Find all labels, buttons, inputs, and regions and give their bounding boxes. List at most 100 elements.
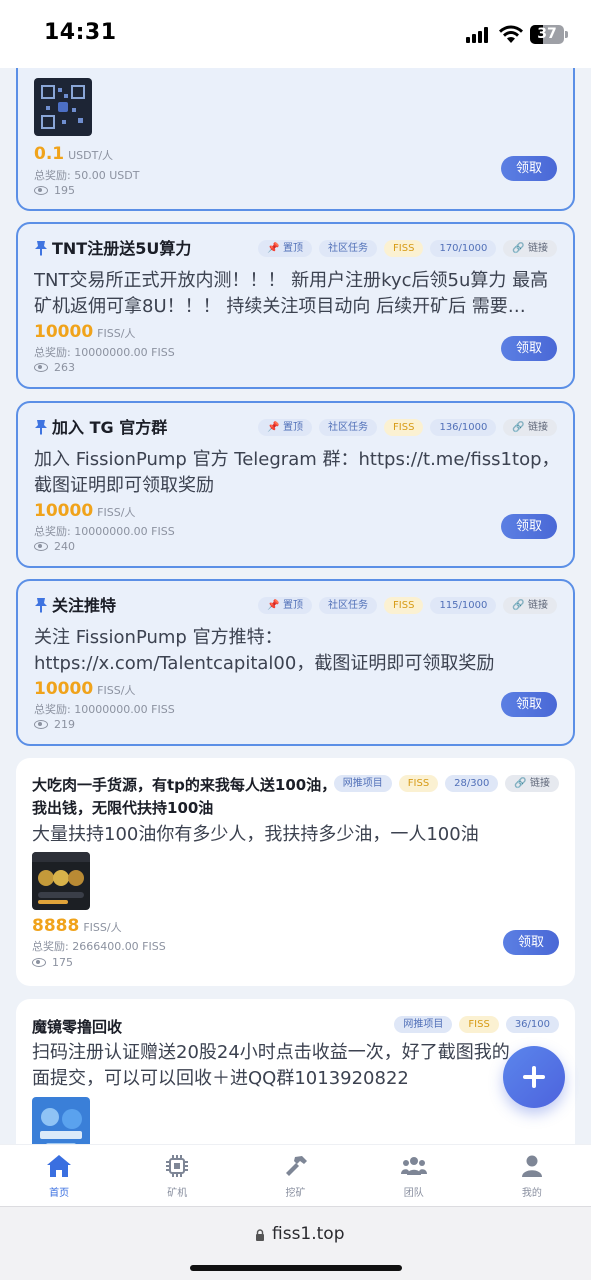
claim-button[interactable]: 领取: [503, 930, 559, 955]
tag-token: FISS: [384, 419, 424, 436]
reward: 10000 FISS/人: [34, 501, 135, 521]
task-description: TNT交易所正式开放内测！！！ 新用户注册kyc后领5u算力 最高矿机返佣可拿8…: [34, 270, 549, 317]
view-count: 175: [32, 956, 73, 969]
nav-team[interactable]: 团队: [355, 1145, 473, 1206]
tag-progress: 170/1000: [430, 240, 497, 257]
reward-unit: USDT/人: [68, 149, 114, 162]
tag-link[interactable]: 🔗 链接: [505, 775, 559, 792]
tag-link[interactable]: 🔗 链接: [503, 419, 557, 436]
tag-token: FISS: [384, 597, 424, 614]
browser-address-bar[interactable]: fiss1.top: [0, 1206, 591, 1280]
view-count-value: 175: [52, 956, 73, 969]
view-count-value: 219: [54, 718, 75, 731]
task-tags: 📌 置顶 社区任务 FISS 115/1000 🔗 链接: [258, 597, 557, 614]
reward-unit: FISS/人: [83, 921, 122, 934]
claim-button[interactable]: 领取: [501, 336, 557, 361]
task-feed[interactable]: 0.1 USDT/人 总奖励: 50.00 USDT 195 领取 TNT注册送5…: [0, 68, 591, 1144]
reward: 0.1 USDT/人: [34, 144, 113, 164]
claim-button[interactable]: 领取: [501, 692, 557, 717]
task-tags: 网推项目 FISS 36/100: [394, 1016, 559, 1033]
nav-miner-label: 矿机: [167, 1188, 188, 1199]
tag-token: FISS: [398, 775, 439, 792]
task-description: 关注 FissionPump 官方推特：https://x.com/Talent…: [34, 627, 495, 674]
claim-button[interactable]: 领取: [501, 156, 557, 181]
team-icon: [400, 1157, 427, 1175]
reward-value: 10000: [34, 679, 94, 699]
total-reward: 总奖励: 10000000.00 FISS: [34, 346, 175, 359]
pin-icon: [35, 598, 47, 613]
eye-icon: [34, 720, 48, 729]
reward-unit: FISS/人: [97, 506, 136, 519]
total-reward: 总奖励: 10000000.00 FISS: [34, 703, 175, 716]
reward-value: 10000: [34, 501, 94, 521]
reward: 10000 FISS/人: [34, 679, 135, 699]
view-count: 219: [34, 718, 75, 731]
task-card[interactable]: 大吃肉一手货源，有tp的来我每人送100油，我出钱，无限代扶持100油 网推项目…: [16, 758, 575, 986]
task-title-text: 关注推特: [52, 596, 117, 615]
view-count-value: 240: [54, 540, 75, 553]
cellular-signal-icon: [466, 27, 492, 43]
tag-pinned: 📌 置顶: [258, 597, 313, 614]
reward-value: 0.1: [34, 144, 65, 164]
eye-icon: [34, 363, 48, 372]
add-task-button[interactable]: [503, 1046, 565, 1108]
tag-pinned: 📌 置顶: [258, 240, 313, 257]
battery-level: 37: [537, 26, 557, 42]
task-title: 关注推特: [34, 595, 116, 617]
tag-progress: 136/1000: [430, 419, 497, 436]
view-count-value: 263: [54, 361, 75, 374]
nav-home[interactable]: 首页: [0, 1145, 118, 1206]
claim-button[interactable]: 领取: [501, 514, 557, 539]
task-card[interactable]: 关注推特 📌 置顶 社区任务 FISS 115/1000 🔗 链接 关注 Fis…: [16, 579, 575, 746]
task-card[interactable]: 魔镜零撸回收 网推项目 FISS 36/100 扫码注册认证赠送20股24小时点…: [16, 999, 575, 1144]
tag-progress: 36/100: [505, 1016, 559, 1033]
bottom-nav: 首页 矿机 挖矿 团队 我的: [0, 1144, 591, 1206]
reward-value: 10000: [34, 322, 94, 342]
pin-icon: [35, 241, 47, 256]
task-tags: 📌 置顶 社区任务 FISS 170/1000 🔗 链接: [258, 240, 557, 257]
wifi-icon: [499, 25, 523, 43]
tag-category: 社区任务: [319, 419, 378, 436]
nav-profile[interactable]: 我的: [473, 1145, 591, 1206]
tag-progress: 115/1000: [430, 597, 497, 614]
eye-icon: [34, 542, 48, 551]
nav-profile-label: 我的: [521, 1188, 542, 1199]
total-reward: 总奖励: 2666400.00 FISS: [32, 940, 166, 953]
home-icon: [47, 1155, 72, 1177]
nav-miner[interactable]: 矿机: [118, 1145, 236, 1206]
reward-value: 8888: [32, 916, 80, 936]
tag-link[interactable]: 🔗 链接: [503, 240, 557, 257]
tag-category: 网推项目: [394, 1016, 453, 1033]
chip-icon: [166, 1155, 189, 1177]
tag-token: FISS: [384, 240, 424, 257]
tag-progress: 28/300: [445, 775, 499, 792]
task-description: 扫码注册认证赠送20股24小时点击收益一次，好了截图我的面提交，可以可以回收＋进…: [32, 1042, 510, 1089]
nav-home-label: 首页: [49, 1188, 70, 1199]
task-title: TNT注册送5U算力: [34, 238, 191, 260]
task-title: 大吃肉一手货源，有tp的来我每人送100油，我出钱，无限代扶持100油: [32, 776, 337, 817]
url-text[interactable]: fiss1.top: [272, 1224, 345, 1244]
tag-link[interactable]: 🔗 链接: [503, 597, 557, 614]
eye-icon: [34, 186, 48, 195]
tag-pinned: 📌 置顶: [258, 419, 313, 436]
reward: 10000 FISS/人: [34, 322, 135, 342]
tag-category: 社区任务: [319, 597, 378, 614]
view-count: 263: [34, 361, 75, 374]
task-tags: 📌 置顶 社区任务 FISS 136/1000 🔗 链接: [258, 419, 557, 436]
reward: 8888 FISS/人: [32, 916, 122, 936]
task-card[interactable]: 加入 TG 官方群 📌 置顶 社区任务 FISS 136/1000 🔗 链接 加…: [16, 401, 575, 568]
nav-mining[interactable]: 挖矿: [236, 1145, 354, 1206]
task-title-text: 加入 TG 官方群: [52, 418, 168, 437]
total-reward: 总奖励: 50.00 USDT: [34, 169, 140, 182]
reward-unit: FISS/人: [97, 327, 136, 340]
nav-mining-label: 挖矿: [285, 1188, 306, 1199]
pin-icon: [35, 420, 47, 435]
home-indicator: [190, 1265, 402, 1271]
task-thumbnail: [32, 852, 90, 910]
tag-category: 网推项目: [333, 775, 392, 792]
task-title: 魔镜零撸回收: [32, 1018, 123, 1036]
eye-icon: [32, 958, 46, 967]
lock-icon: [256, 1229, 264, 1241]
task-card[interactable]: TNT注册送5U算力 📌 置顶 社区任务 FISS 170/1000 🔗 链接 …: [16, 222, 575, 389]
view-count-value: 195: [54, 184, 75, 197]
